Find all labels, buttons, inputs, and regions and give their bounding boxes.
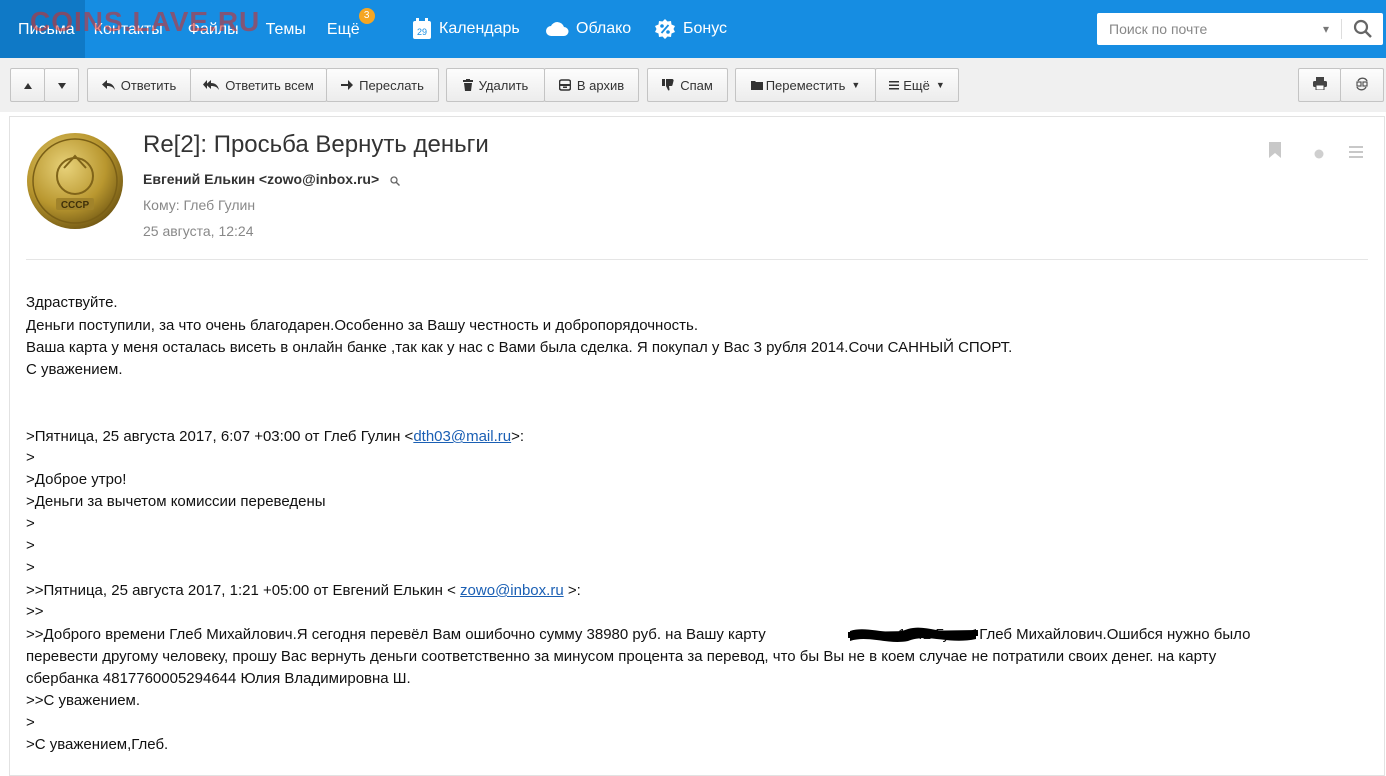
reply-all-icon bbox=[203, 80, 220, 90]
nav-item-more-label: Ещё bbox=[326, 21, 360, 38]
trash-icon bbox=[462, 79, 473, 91]
printer-icon bbox=[1312, 77, 1327, 93]
move-label: Переместить bbox=[765, 77, 846, 93]
folder-icon bbox=[750, 80, 763, 90]
archive-label: В архив bbox=[576, 77, 625, 93]
forward-arrow-icon bbox=[341, 80, 354, 90]
forward-label: Переслать bbox=[359, 77, 424, 93]
more-caret-icon: ▼ bbox=[935, 80, 945, 90]
search-input[interactable] bbox=[1097, 13, 1319, 45]
move-button[interactable]: Переместить ▼ bbox=[735, 68, 876, 102]
quote-para-1-pre: >>Доброго времени Глеб Михайлович.Я сего… bbox=[26, 626, 766, 643]
translate-icon bbox=[1355, 77, 1369, 94]
arrow-down-icon bbox=[57, 78, 67, 93]
notification-badge: 3 bbox=[358, 8, 375, 24]
calendar-icon: 29 bbox=[412, 18, 432, 40]
nav-item-more[interactable]: Ещё 3 bbox=[315, 0, 375, 58]
quote-para-1: >>Доброго времени Глеб Михайлович.Я сего… bbox=[26, 626, 1250, 643]
bonus-link[interactable]: Бонус bbox=[654, 0, 727, 58]
quote-line-double: >> bbox=[26, 603, 44, 620]
translate-button[interactable] bbox=[1340, 68, 1384, 102]
quote-header-1-pre: >Пятница, 25 августа 2017, 6:07 +03:00 о… bbox=[26, 428, 414, 445]
cloud-label: Облако bbox=[576, 20, 632, 37]
archive-button[interactable]: В архив bbox=[544, 68, 639, 102]
delete-label: Удалить bbox=[478, 77, 529, 93]
search-box: ▾ bbox=[1097, 13, 1383, 45]
redaction-scribble bbox=[848, 627, 978, 642]
bookmark-icon[interactable] bbox=[1268, 142, 1282, 163]
quote-money-sent: >Деньги за вычетом комиссии переведены bbox=[26, 493, 326, 510]
recipient: Кому: Глеб Гулин bbox=[143, 197, 256, 213]
spam-label: Спам bbox=[680, 77, 713, 93]
quote-line: > bbox=[26, 559, 35, 576]
quote-line: > bbox=[26, 537, 35, 554]
quote-line: > bbox=[26, 515, 35, 532]
print-button[interactable] bbox=[1298, 68, 1341, 102]
email-link-zowo[interactable]: zowo@inbox.ru bbox=[460, 582, 564, 599]
search-dropdown-icon[interactable]: ▾ bbox=[1323, 22, 1329, 36]
arrow-up-icon bbox=[23, 78, 33, 93]
delete-button[interactable]: Удалить bbox=[446, 68, 545, 102]
calendar-label: Календарь bbox=[439, 20, 520, 37]
quote-regards-1: >С уважением,Глеб. bbox=[26, 736, 169, 753]
bonus-label: Бонус bbox=[683, 20, 728, 37]
quote-header-2: >>Пятница, 25 августа 2017, 1:21 +05:00 … bbox=[26, 582, 581, 599]
avatar-coin-text: СССР bbox=[61, 200, 90, 211]
quote-line: > bbox=[26, 449, 35, 466]
quote-para-3: сбербанка 4817760005294644 Юлия Владимир… bbox=[26, 670, 411, 687]
quote-header-1: >Пятница, 25 августа 2017, 6:07 +03:00 о… bbox=[26, 428, 524, 445]
thumbs-down-icon bbox=[662, 79, 674, 91]
more-button[interactable]: Ещё ▼ bbox=[875, 68, 959, 102]
calendar-icon-day: 29 bbox=[417, 27, 427, 37]
quote-regards-2: >>С уважением. bbox=[26, 692, 141, 709]
calendar-link[interactable]: 29 Календарь bbox=[412, 0, 520, 58]
body-greeting: Здраствуйте. bbox=[26, 294, 118, 311]
reply-label: Ответить bbox=[120, 77, 177, 93]
header-separator bbox=[26, 259, 1368, 260]
search-icon[interactable] bbox=[1353, 19, 1373, 44]
email-link-gleb[interactable]: dth03@mail.ru bbox=[413, 428, 511, 445]
cloud-link[interactable]: Облако bbox=[545, 0, 631, 58]
reply-all-label: Ответить всем bbox=[225, 77, 314, 93]
message-subject: Re[2]: Просьба Вернуть деньги bbox=[143, 131, 489, 158]
reply-icon bbox=[101, 80, 115, 90]
body-thanks: Деньги поступили, за что очень благодаре… bbox=[26, 317, 699, 334]
quote-morning: >Доброе утро! bbox=[26, 471, 127, 488]
reply-button[interactable]: Ответить bbox=[87, 68, 191, 102]
body-regards: С уважением. bbox=[26, 361, 123, 378]
quote-header-2-post: >: bbox=[563, 582, 581, 599]
quote-header-2-pre: >>Пятница, 25 августа 2017, 1:21 +05:00 … bbox=[26, 582, 461, 599]
next-message-button[interactable] bbox=[44, 68, 79, 102]
move-caret-icon: ▼ bbox=[851, 80, 861, 90]
search-divider bbox=[1341, 19, 1342, 39]
quote-header-1-post: >: bbox=[511, 428, 525, 445]
reply-all-button[interactable]: Ответить всем bbox=[190, 68, 327, 102]
sender[interactable]: Евгений Елькин <zowo@inbox.ru> bbox=[143, 171, 379, 187]
prev-message-button[interactable] bbox=[10, 68, 45, 102]
spam-button[interactable]: Спам bbox=[647, 68, 728, 102]
watermark: COINS.LAVE.RU bbox=[30, 6, 261, 37]
archive-icon bbox=[558, 79, 571, 91]
forward-button[interactable]: Переслать bbox=[326, 68, 439, 102]
quote-line: > bbox=[26, 714, 35, 731]
body-card-note: Ваша карта у меня осталась висеть в онла… bbox=[26, 339, 1013, 356]
sender-search-icon[interactable] bbox=[390, 173, 400, 191]
more-label: Ещё bbox=[903, 77, 930, 93]
message-menu-icon[interactable] bbox=[1349, 145, 1363, 164]
avatar[interactable]: СССР bbox=[26, 132, 124, 230]
cloud-icon bbox=[545, 21, 569, 37]
menu-lines-icon bbox=[889, 80, 900, 90]
quote-para-2: перевести другому человеку, прошу Вас ве… bbox=[26, 648, 1217, 665]
bonus-percent-icon bbox=[654, 18, 676, 40]
unread-dot-icon[interactable] bbox=[1314, 146, 1324, 164]
message-date: 25 августа, 12:24 bbox=[143, 223, 254, 239]
